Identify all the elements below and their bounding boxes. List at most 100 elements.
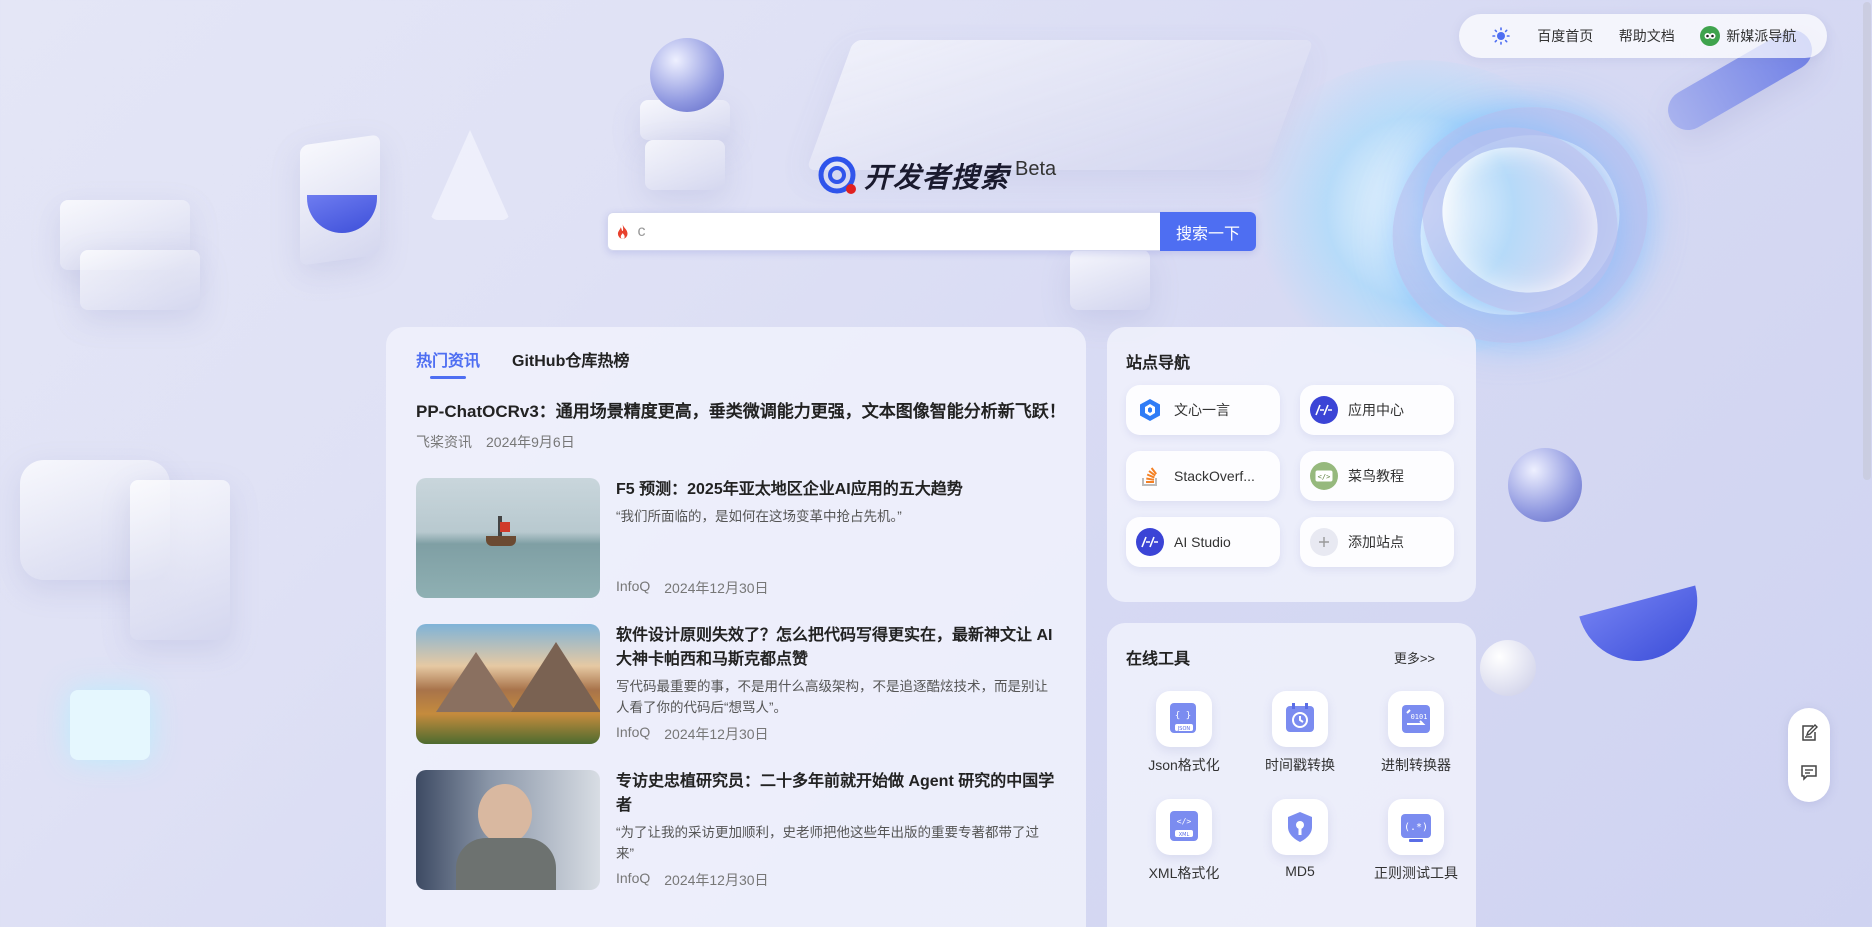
news-date: 2024年12月30日	[664, 580, 769, 596]
xinmeipai-logo-icon	[1700, 26, 1721, 46]
developer-search-logo-icon	[818, 156, 856, 194]
timestamp-icon	[1272, 691, 1328, 747]
news-date: 2024年12月30日	[664, 726, 769, 742]
site-ai-studio[interactable]: AI Studio	[1126, 517, 1280, 567]
news-title: 专访史忠植研究员：二十多年前就开始做 Agent 研究的中国学者	[616, 773, 1055, 814]
tool-label: 时间戳转换	[1265, 757, 1335, 773]
app-center-icon	[1310, 396, 1338, 424]
search-button[interactable]: 搜索一下	[1160, 212, 1256, 251]
site-label: 文心一言	[1174, 402, 1230, 418]
news-desc: 写代码最重要的事，不是用什么高级架构，不是追逐酷炫技术，而是别让人看了你的代码后…	[616, 679, 1048, 715]
tool-label: XML格式化	[1148, 865, 1220, 881]
news-date: 2024年12月30日	[664, 872, 769, 888]
svg-text:0101: 0101	[1411, 713, 1428, 721]
news-item[interactable]: 软件设计原则失效了？怎么把代码写得更实在，最新神文让 AI 大神卡帕西和马斯克都…	[416, 624, 1056, 744]
online-tools-panel: 在线工具 更多>> JSON { } Json格式化 时间戳转换 0101 进制转…	[1107, 623, 1476, 927]
tools-more-link[interactable]: 更多>>	[1394, 648, 1435, 667]
headline-title[interactable]: PP-ChatOCRv3：通用场景精度更高，垂类微调能力更强，文本图像智能分析新…	[416, 397, 1066, 422]
tool-label: 进制转换器	[1381, 757, 1451, 773]
tab-github-trending[interactable]: GitHub仓库热榜	[512, 347, 629, 379]
svg-text:{ }: { }	[1175, 711, 1191, 721]
headline-date: 2024年9月6日	[486, 434, 575, 450]
xinmeipai-label: 新媒派导航	[1726, 28, 1797, 44]
news-thumbnail	[416, 624, 600, 744]
news-source: InfoQ	[616, 578, 651, 594]
svg-text:JSON: JSON	[1177, 726, 1191, 732]
runoob-icon: </>	[1310, 462, 1338, 490]
sun-icon[interactable]	[1490, 25, 1512, 47]
xml-icon: </> XML	[1156, 799, 1212, 855]
md5-icon	[1272, 799, 1328, 855]
news-thumbnail	[416, 478, 600, 598]
plus-icon	[1310, 528, 1338, 556]
news-tabs: 热门资讯 GitHub仓库热榜	[416, 347, 1056, 379]
news-item[interactable]: 专访史忠植研究员：二十多年前就开始做 Agent 研究的中国学者 “为了让我的采…	[416, 770, 1056, 890]
site-nav-panel: 站点导航 文心一言 应用中心 StackOverf... </> 菜鸟教程 AI…	[1107, 327, 1476, 602]
news-source: InfoQ	[616, 870, 651, 886]
svg-text:XML: XML	[1179, 832, 1190, 838]
site-label: 应用中心	[1348, 402, 1404, 418]
site-label: 菜鸟教程	[1348, 468, 1404, 484]
news-meta: InfoQ 2024年12月30日	[616, 870, 1056, 890]
tab-hot-news[interactable]: 热门资讯	[416, 347, 480, 379]
regex-icon: (.*)	[1388, 799, 1444, 855]
tool-json[interactable]: JSON { } Json格式化	[1126, 691, 1242, 775]
svg-text:</>: </>	[1177, 817, 1192, 826]
news-title: F5 预测：2025年亚太地区企业AI应用的五大趋势	[616, 481, 963, 498]
headline-meta: 飞桨资讯 2024年9月6日	[416, 432, 1056, 452]
site-wenxin[interactable]: 文心一言	[1126, 385, 1280, 435]
search-box	[607, 212, 1160, 251]
tool-label: 正则测试工具	[1374, 865, 1458, 881]
news-desc: “我们所面临的，是如何在这场变革中抢占先机。”	[616, 509, 902, 524]
tool-xml[interactable]: </> XML XML格式化	[1126, 799, 1242, 883]
tools-grid: JSON { } Json格式化 时间戳转换 0101 进制转换器 </> XML …	[1126, 691, 1458, 883]
ai-studio-icon	[1136, 528, 1164, 556]
site-grid: 文心一言 应用中心 StackOverf... </> 菜鸟教程 AI Stud…	[1126, 385, 1457, 567]
baidu-home-link[interactable]: 百度首页	[1537, 26, 1593, 46]
search-input[interactable]	[637, 222, 1152, 241]
news-meta: InfoQ 2024年12月30日	[616, 724, 1056, 744]
tool-label: Json格式化	[1148, 757, 1220, 773]
tool-timestamp[interactable]: 时间戳转换	[1242, 691, 1358, 775]
site-nav-title: 站点导航	[1126, 355, 1191, 372]
tools-title: 在线工具	[1126, 651, 1191, 668]
add-site-button[interactable]: 添加站点	[1300, 517, 1454, 567]
news-source: InfoQ	[616, 724, 651, 740]
svg-text:</>: </>	[1318, 473, 1331, 481]
stackoverflow-icon	[1136, 462, 1164, 490]
site-label: StackOverf...	[1174, 468, 1255, 484]
radix-icon: 0101	[1388, 691, 1444, 747]
scrollbar-thumb[interactable]	[1863, 2, 1871, 480]
top-nav: 百度首页 帮助文档 新媒派导航	[1459, 14, 1827, 58]
site-app-center[interactable]: 应用中心	[1300, 385, 1454, 435]
json-icon: JSON { }	[1156, 691, 1212, 747]
news-desc: “为了让我的采访更加顺利，史老师把他这些年出版的重要专著都带了过来”	[616, 825, 1039, 861]
site-stackoverflow[interactable]: StackOverf...	[1126, 451, 1280, 501]
news-thumbnail	[416, 770, 600, 890]
tool-radix[interactable]: 0101 进制转换器	[1358, 691, 1474, 775]
site-label: AI Studio	[1174, 534, 1231, 550]
xinmeipai-nav-link[interactable]: 新媒派导航	[1700, 26, 1796, 46]
brand-title: 开发者搜索	[864, 162, 1010, 193]
search-bar: 搜索一下	[607, 212, 1256, 251]
news-title: 软件设计原则失效了？怎么把代码写得更实在，最新神文让 AI 大神卡帕西和马斯克都…	[616, 627, 1053, 668]
help-docs-link[interactable]: 帮助文档	[1619, 26, 1675, 46]
site-label: 添加站点	[1348, 534, 1404, 550]
brand-logo: 开发者搜索 Beta	[818, 156, 1056, 196]
news-panel: 热门资讯 GitHub仓库热榜 PP-ChatOCRv3：通用场景精度更高，垂类…	[386, 327, 1086, 927]
tool-label: MD5	[1285, 863, 1315, 879]
tool-md5[interactable]: MD5	[1242, 799, 1358, 883]
news-meta: InfoQ 2024年12月30日	[616, 578, 1056, 598]
tool-regex[interactable]: (.*) 正则测试工具	[1358, 799, 1474, 883]
beta-label: Beta	[1015, 157, 1057, 180]
news-item[interactable]: F5 预测：2025年亚太地区企业AI应用的五大趋势 “我们所面临的，是如何在这…	[416, 478, 1056, 598]
site-runoob[interactable]: </> 菜鸟教程	[1300, 451, 1454, 501]
feedback-icon[interactable]	[1799, 762, 1819, 787]
wenxin-icon	[1136, 396, 1164, 424]
svg-text:(.*): (.*)	[1404, 822, 1428, 833]
page-scrollbar[interactable]	[1862, 0, 1872, 927]
headline-source: 飞桨资讯	[416, 434, 472, 450]
floating-actions	[1788, 708, 1830, 802]
fire-icon	[617, 223, 628, 239]
edit-icon[interactable]	[1799, 723, 1819, 748]
